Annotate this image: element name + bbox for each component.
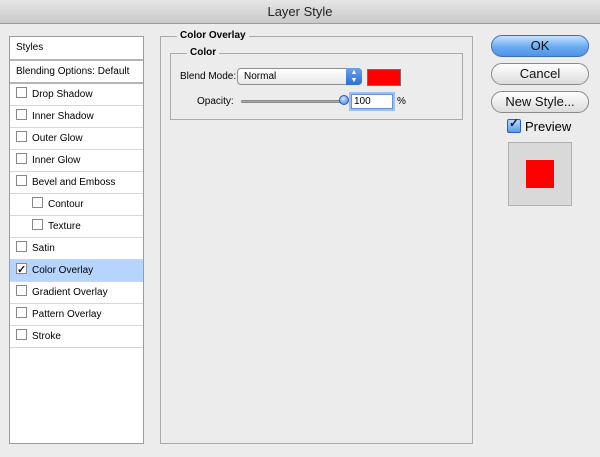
style-item-outer-glow[interactable]: Outer Glow [10, 128, 143, 150]
blending-options-item[interactable]: Blending Options: Default [10, 61, 143, 84]
style-item-label: Contour [48, 199, 84, 210]
blend-mode-label: Blend Mode: [180, 71, 237, 82]
style-item-inner-shadow[interactable]: Inner Shadow [10, 106, 143, 128]
style-preview-thumbnail [508, 142, 572, 206]
window-title: Layer Style [267, 4, 333, 19]
opacity-input[interactable]: 100 [351, 94, 393, 109]
style-item-label: Inner Shadow [32, 111, 94, 122]
chevron-up-down-icon: ▲ ▼ [346, 68, 362, 85]
overlay-color-swatch[interactable] [367, 69, 401, 86]
preview-checkbox[interactable]: Preview [507, 116, 572, 134]
style-item-label: Satin [32, 243, 55, 254]
style-item-label: Pattern Overlay [32, 309, 102, 320]
style-item-label: Color Overlay [32, 265, 94, 276]
style-items: Drop Shadow Inner Shadow Outer Glow Inner G… [10, 84, 143, 348]
checkbox-icon[interactable] [16, 241, 27, 252]
checkbox-icon[interactable] [16, 153, 27, 164]
cancel-button[interactable]: Cancel [491, 63, 589, 85]
style-item-contour[interactable]: Contour [10, 194, 143, 216]
style-item-label: Bevel and Emboss [32, 177, 116, 188]
opacity-slider-handle[interactable] [339, 95, 349, 105]
window-title-bar: Layer Style [0, 0, 600, 24]
checkbox-icon[interactable] [16, 87, 27, 98]
ok-button[interactable]: OK [491, 35, 589, 57]
opacity-slider-track[interactable] [241, 100, 345, 103]
checkbox-icon[interactable] [16, 131, 27, 142]
style-item-label: Drop Shadow [32, 89, 93, 100]
style-item-label: Outer Glow [32, 133, 83, 144]
style-item-gradient-overlay[interactable]: Gradient Overlay [10, 282, 143, 304]
blend-mode-value: Normal [244, 71, 277, 82]
opacity-unit: % [397, 96, 406, 107]
color-group-title: Color [187, 47, 220, 58]
style-item-texture[interactable]: Texture [10, 216, 143, 238]
checkbox-checked-icon [507, 116, 521, 133]
checkbox-icon[interactable] [32, 219, 43, 230]
checkbox-checked-icon[interactable] [16, 259, 27, 281]
color-group-box [170, 53, 463, 120]
opacity-label: Opacity: [197, 96, 234, 107]
style-item-label: Inner Glow [32, 155, 81, 166]
checkbox-icon[interactable] [16, 285, 27, 296]
style-item-color-overlay[interactable]: Color Overlay [10, 259, 143, 282]
styles-header[interactable]: Styles [10, 37, 143, 61]
checkbox-icon[interactable] [16, 175, 27, 186]
style-item-satin[interactable]: Satin [10, 238, 143, 260]
style-item-stroke[interactable]: Stroke [10, 326, 143, 348]
style-item-bevel-and-emboss[interactable]: Bevel and Emboss [10, 172, 143, 194]
checkbox-icon[interactable] [16, 109, 27, 120]
style-item-label: Texture [48, 221, 81, 232]
blend-mode-select[interactable]: Normal ▲ ▼ [237, 68, 362, 85]
style-item-pattern-overlay[interactable]: Pattern Overlay [10, 304, 143, 326]
new-style-button[interactable]: New Style... [491, 91, 589, 113]
styles-list-panel: Styles Blending Options: Default Drop Sh… [9, 36, 144, 444]
checkbox-icon[interactable] [32, 197, 43, 208]
style-item-label: Gradient Overlay [32, 287, 108, 298]
checkbox-icon[interactable] [16, 307, 27, 318]
style-item-label: Stroke [32, 331, 61, 342]
preview-swatch [526, 160, 554, 188]
style-item-drop-shadow[interactable]: Drop Shadow [10, 84, 143, 106]
checkbox-icon[interactable] [16, 329, 27, 340]
style-item-inner-glow[interactable]: Inner Glow [10, 150, 143, 172]
preview-label: Preview [525, 119, 572, 134]
section-title: Color Overlay [177, 30, 249, 41]
